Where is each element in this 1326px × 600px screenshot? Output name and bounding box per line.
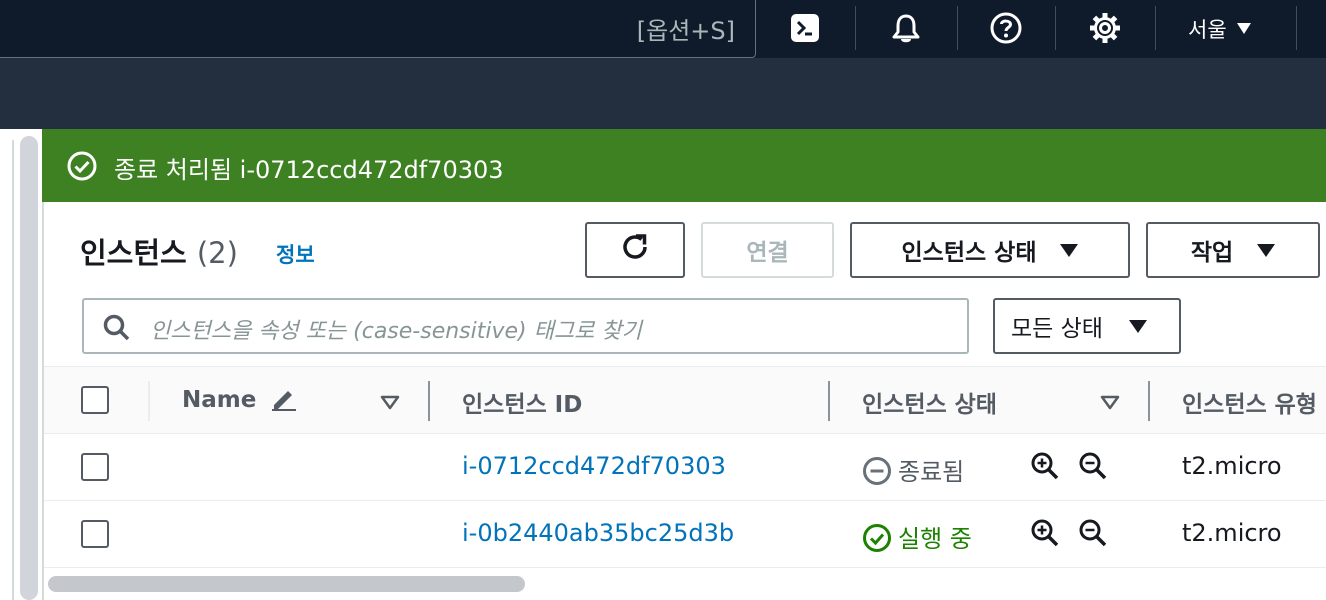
column-header-name-label: Name (182, 387, 257, 413)
flash-message: 종료 처리됨 i-0712ccd472df70303 (114, 156, 504, 184)
nav-separator (957, 6, 958, 50)
region-label: 서울 (1188, 18, 1227, 42)
check-circle-icon (66, 150, 98, 186)
nav-separator (1055, 6, 1056, 50)
column-header-instance-id[interactable]: 인스턴스 ID (462, 385, 582, 419)
column-separator[interactable] (828, 381, 830, 421)
success-flash-banner: 종료 처리됨 i-0712ccd472df70303 (42, 129, 1326, 202)
instance-state-label: 실행 중 (898, 525, 972, 553)
state-filter-select[interactable]: 모든 상태 (993, 298, 1181, 354)
column-header-instance-type[interactable]: 인스턴스 유형 (1182, 385, 1317, 419)
actions-label: 작업 (1190, 240, 1234, 266)
bell-icon[interactable] (888, 10, 924, 46)
cloudshell-icon[interactable] (787, 10, 823, 46)
refresh-icon (618, 230, 652, 270)
service-sub-navigation (0, 58, 1326, 129)
top-navigation-bar: [옵션+S] 서울 (0, 0, 1326, 58)
caret-down-icon (1128, 319, 1147, 333)
table-header: Name 인스턴스 ID 인스턴스 상태 인스턴스 유형 (44, 366, 1326, 434)
global-search-box[interactable]: [옵션+S] (0, 0, 756, 58)
zoom-in-icon[interactable] (1030, 518, 1060, 552)
info-link[interactable]: 정보 (276, 239, 315, 269)
search-shortcut-hint: [옵션+S] (636, 17, 735, 45)
zoom-in-icon[interactable] (1030, 451, 1060, 485)
column-separator[interactable] (428, 381, 430, 421)
column-separator (148, 381, 150, 421)
column-header-instance-state[interactable]: 인스턴스 상태 (862, 385, 997, 419)
table-row[interactable]: i-0712ccd472df70303 종료됨 t2.micro (44, 434, 1326, 501)
pencil-icon (270, 385, 298, 417)
horizontal-scrollbar[interactable] (48, 576, 525, 592)
gear-icon[interactable] (1087, 10, 1123, 46)
table-row[interactable]: i-0b2440ab35bc25d3b 실행 중 t2.micro (44, 501, 1326, 568)
row-checkbox[interactable] (81, 520, 109, 548)
row-checkbox[interactable] (81, 453, 109, 481)
instance-id-link[interactable]: i-0712ccd472df70303 (462, 452, 726, 480)
instance-state-label: 종료됨 (898, 458, 965, 486)
sort-caret-icon[interactable] (380, 395, 400, 415)
nav-separator (1296, 6, 1297, 50)
instance-count: (2) (196, 236, 238, 270)
zoom-out-icon[interactable] (1078, 451, 1108, 485)
state-filter-value: 모든 상태 (1011, 316, 1103, 342)
select-all-checkbox[interactable] (81, 386, 109, 414)
panel-title: 인스턴스 (2) (80, 230, 238, 272)
connect-button[interactable]: 연결 (701, 222, 834, 278)
side-divider (12, 140, 14, 600)
column-header-name[interactable]: Name (182, 385, 298, 417)
check-circle-icon (862, 523, 892, 559)
instance-state-button[interactable]: 인스턴스 상태 (850, 222, 1130, 278)
caret-down-icon (1060, 243, 1079, 257)
nav-separator (1155, 6, 1156, 50)
refresh-button[interactable] (585, 222, 685, 278)
caret-down-icon (1257, 243, 1276, 257)
instance-search-input[interactable]: 인스턴스을 속성 또는 (case-sensitive) 태그로 찾기 (82, 298, 969, 354)
instance-state-cell: 실행 중 (862, 519, 972, 559)
instance-state-cell: 종료됨 (862, 452, 964, 492)
panel-title-text: 인스턴스 (80, 236, 187, 270)
instance-id-link[interactable]: i-0b2440ab35bc25d3b (462, 519, 734, 547)
search-placeholder: 인스턴스을 속성 또는 (case-sensitive) 태그로 찾기 (150, 319, 642, 344)
sort-caret-icon[interactable] (1100, 395, 1120, 415)
actions-button[interactable]: 작업 (1146, 222, 1320, 278)
help-icon[interactable] (988, 10, 1024, 46)
search-icon (102, 313, 132, 347)
nav-separator (855, 6, 856, 50)
instance-type-cell: t2.micro (1182, 452, 1282, 480)
instance-type-cell: t2.micro (1182, 519, 1282, 547)
minus-circle-icon (862, 456, 892, 492)
vertical-scrollbar[interactable] (20, 136, 38, 600)
zoom-out-icon[interactable] (1078, 518, 1108, 552)
column-separator[interactable] (1148, 381, 1150, 421)
region-selector[interactable]: 서울 (1188, 14, 1251, 44)
instance-state-label: 인스턴스 상태 (901, 240, 1037, 266)
caret-down-icon (1236, 23, 1251, 34)
